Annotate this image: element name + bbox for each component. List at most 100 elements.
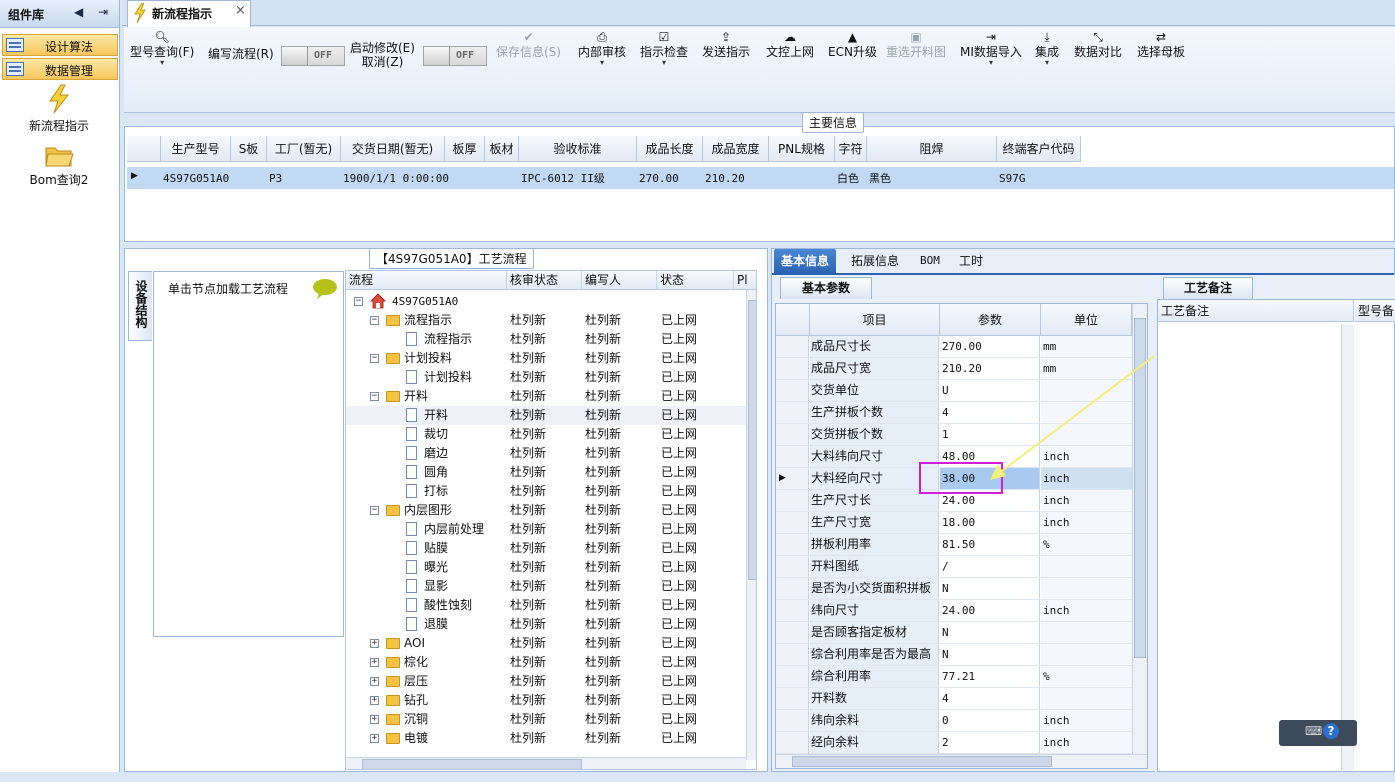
tree-horizontal-scrollbar[interactable] [346,757,746,769]
tree-node[interactable]: 流程指示 杜列新 杜列新 已上网 [346,330,746,349]
tree-node[interactable]: − 流程指示 杜列新 杜列新 已上网 [346,311,746,330]
tree-node[interactable]: 裁切 杜列新 杜列新 已上网 [346,425,746,444]
tree-node[interactable]: 计划投料 杜列新 杜列新 已上网 [346,368,746,387]
pin-icon[interactable]: ⇥ [98,5,108,19]
tree-node[interactable]: + 电镀 杜列新 杜列新 已上网 [346,729,746,748]
param-value[interactable]: / [940,556,1040,577]
tree-node[interactable]: − 计划投料 杜列新 杜列新 已上网 [346,349,746,368]
param-value[interactable]: N [940,644,1040,665]
param-row[interactable]: 生产尺寸宽 18.00 inch [776,512,1132,534]
tree-node[interactable]: 酸性蚀刻 杜列新 杜列新 已上网 [346,596,746,615]
tree-node[interactable]: 显影 杜列新 杜列新 已上网 [346,577,746,596]
tree-node[interactable]: 贴膜 杜列新 杜列新 已上网 [346,539,746,558]
collapse-icon[interactable]: − [370,392,379,401]
param-row[interactable]: 综合利用率 77.21% [776,666,1132,688]
internal-review-button[interactable]: ⎙ 内部审核 ▾ [578,29,626,67]
collapse-icon[interactable]: − [370,316,379,325]
expand-icon[interactable]: + [370,639,379,648]
design-algorithm-button[interactable]: 设计算法 [2,34,118,56]
tab-basic-params[interactable]: 基本参数 [780,277,872,299]
modify-toggle[interactable]: OFF [423,46,487,66]
tree-node[interactable]: − 内层图形 杜列新 杜列新 已上网 [346,501,746,520]
param-value[interactable]: N [940,578,1040,599]
mi-data-import-button[interactable]: ⇥ MI数据导入 ▾ [960,29,1022,67]
tree-node[interactable]: − 开料 杜列新 杜列新 已上网 [346,387,746,406]
data-compare-button[interactable]: ⤡ 数据对比 [1074,29,1122,59]
start-modify-button[interactable]: 启动修改(E) 取消(Z) [350,41,415,69]
send-instruction-button[interactable]: ⇪ 发送指示 [702,29,750,59]
instruction-check-button[interactable]: ☑ 指示检查 ▾ [640,29,688,67]
tab-process-remarks[interactable]: 工艺备注 [1163,277,1253,299]
model-query-button[interactable]: 🔍︎ 型号查询(F) ▾ [130,29,194,67]
param-row[interactable]: 纬向尺寸 24.00 inch [776,600,1132,622]
write-flow-button[interactable]: 编写流程(R) [208,47,274,61]
param-row[interactable]: 拼板利用率 81.50% [776,534,1132,556]
expand-icon[interactable]: + [370,734,379,743]
data-management-button[interactable]: 数据管理 [2,58,118,80]
tab-close-icon[interactable]: × [235,3,246,18]
ecn-upgrade-button[interactable]: ▲ ECN升级 [828,29,877,59]
tree-node[interactable]: + 层压 杜列新 杜列新 已上网 [346,672,746,691]
tree-root[interactable]: − 4S97G051A0 [346,292,746,311]
collapse-left-icon[interactable]: ◀ [74,5,83,19]
bom-query-item[interactable]: Bom查询2 [0,142,118,188]
tree-node[interactable]: + 沉铜 杜列新 杜列新 已上网 [346,710,746,729]
param-value[interactable]: 4 [940,688,1040,709]
tab-new-flow[interactable]: 新流程指示 × [127,0,251,27]
remarks-scrollbar[interactable] [1341,324,1354,770]
integrate-button[interactable]: ⤓ 集成 ▾ [1035,29,1059,67]
tree-node[interactable]: 磨边 杜列新 杜列新 已上网 [346,444,746,463]
doc-control-online-button[interactable]: ☁ 文控上网 [766,29,814,59]
param-value[interactable]: 0 [940,710,1040,731]
tree-node[interactable]: 开料 杜列新 杜列新 已上网 [346,406,746,425]
expand-icon[interactable]: + [370,677,379,686]
tree-node[interactable]: 退膜 杜列新 杜列新 已上网 [346,615,746,634]
tab-bom[interactable]: BOM [913,249,947,273]
param-value[interactable]: 2 [940,732,1040,753]
tree-node[interactable]: + 棕化 杜列新 杜列新 已上网 [346,653,746,672]
keyboard-icon[interactable]: ⌨ [1305,724,1322,738]
param-row[interactable]: 经向余料 2 inch [776,732,1132,754]
param-value[interactable]: 81.50 [940,534,1040,555]
param-value[interactable]: 77.21 [940,666,1040,687]
expand-icon[interactable]: + [370,658,379,667]
expand-icon[interactable]: + [370,696,379,705]
tab-basic-info[interactable]: 基本信息 [774,249,837,273]
help-icon[interactable]: ? [1323,723,1339,739]
param-row[interactable]: 开料数 4 [776,688,1132,710]
expand-icon[interactable]: + [370,715,379,724]
document-icon [406,465,417,479]
tab-work-hours[interactable]: 工时 [952,249,990,273]
save-info-button[interactable]: ✔ 保存信息(S) [496,29,561,59]
document-icon [406,560,417,574]
write-flow-toggle[interactable]: OFF [281,46,345,66]
param-value[interactable]: 18.00 [940,512,1040,533]
collapse-icon[interactable]: − [370,354,379,363]
select-motherboard-button[interactable]: ⇄ 选择母板 [1137,29,1185,59]
param-horizontal-scrollbar[interactable] [776,754,1147,768]
checkbox-icon: ☑ [658,30,670,44]
scroll-thumb[interactable] [748,300,756,580]
tab-extended-info[interactable]: 拓展信息 [844,249,906,273]
tree-node[interactable]: + 钻孔 杜列新 杜列新 已上网 [346,691,746,710]
param-row[interactable]: 是否顾客指定板材 N [776,622,1132,644]
param-value[interactable]: 24.00 [940,600,1040,621]
tab-device-structure[interactable]: 设备结构 [128,271,152,341]
new-flow-item[interactable]: 新流程指示 [0,84,118,134]
param-value[interactable]: N [940,622,1040,643]
tree-node[interactable]: + AOI 杜列新 杜列新 已上网 [346,634,746,653]
reselect-cut-drawing-button[interactable]: ▣ 重选开料图 [886,29,946,59]
param-row[interactable]: 纬向余料 0 inch [776,710,1132,732]
param-row[interactable]: 是否为小交货面积拼板 N [776,578,1132,600]
scroll-thumb[interactable] [792,756,1052,767]
tree-node[interactable]: 内层前处理 杜列新 杜列新 已上网 [346,520,746,539]
tree-node[interactable]: 打标 杜列新 杜列新 已上网 [346,482,746,501]
param-row[interactable]: 综合利用率是否为最高 N [776,644,1132,666]
tree-node[interactable]: 曝光 杜列新 杜列新 已上网 [346,558,746,577]
scroll-thumb[interactable] [362,759,582,769]
tree-node[interactable]: 圆角 杜列新 杜列新 已上网 [346,463,746,482]
collapse-icon[interactable]: − [370,506,379,515]
param-row[interactable]: 开料图纸 / [776,556,1132,578]
tree-vertical-scrollbar[interactable] [746,290,756,760]
collapse-icon[interactable]: − [354,297,363,306]
